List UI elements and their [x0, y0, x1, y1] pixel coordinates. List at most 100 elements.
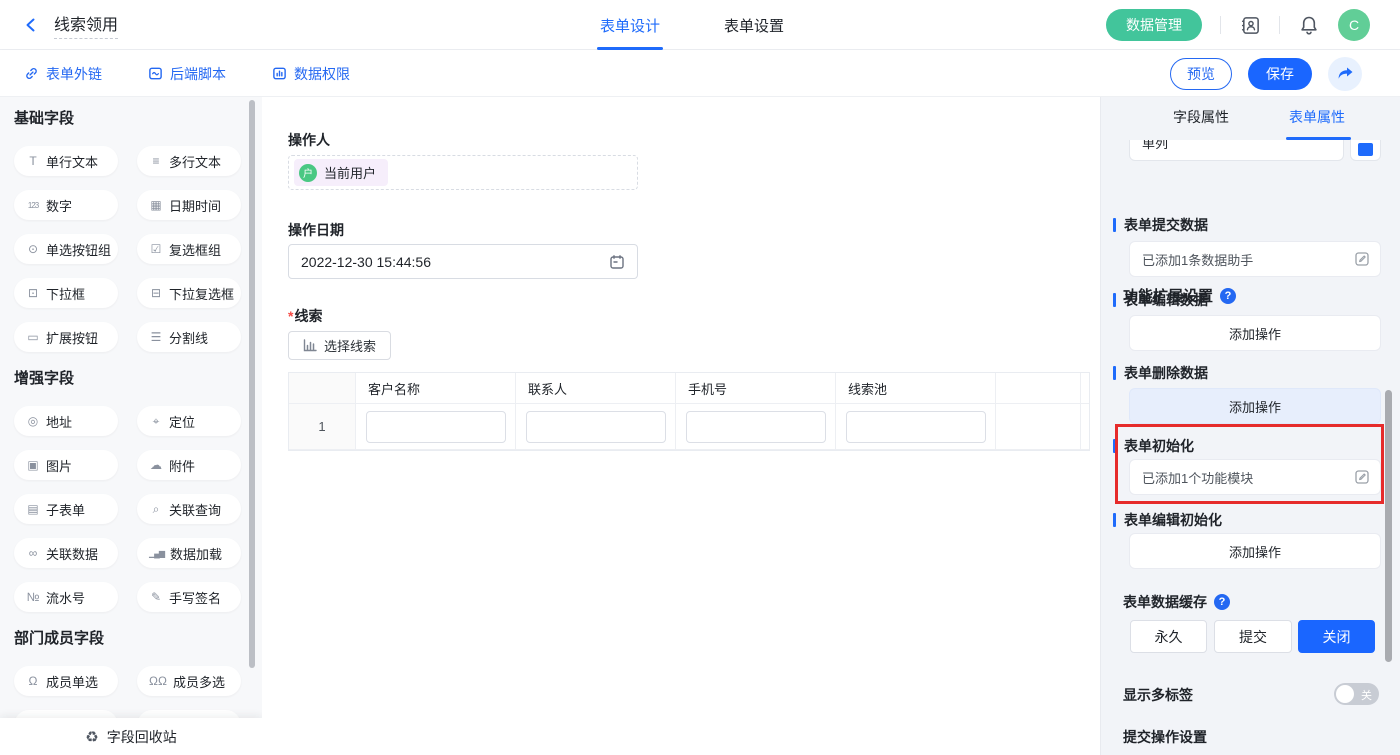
- field-item-checkbox-group[interactable]: ☑复选框组: [137, 234, 241, 264]
- add-action-label: 添加操作: [1229, 324, 1281, 343]
- customer-name-input[interactable]: [366, 411, 506, 443]
- data-permission-action[interactable]: 数据权限: [272, 64, 350, 84]
- help-icon[interactable]: ?: [1220, 288, 1236, 304]
- notification-bell-icon[interactable]: [1298, 14, 1320, 36]
- field-item-serial-number[interactable]: №流水号: [14, 582, 118, 612]
- field-item-label: 分割线: [169, 328, 208, 347]
- field-item-subform[interactable]: ▤子表单: [14, 494, 118, 524]
- subform-icon: ▤: [26, 502, 40, 516]
- tab-field-properties[interactable]: 字段属性: [1173, 97, 1229, 137]
- edit-data-add-action-button[interactable]: 添加操作: [1129, 315, 1381, 351]
- clue-field-label: *线索: [288, 306, 322, 326]
- field-recycle-bin[interactable]: ♻ 字段回收站: [0, 718, 262, 755]
- cache-option-forever[interactable]: 永久: [1130, 620, 1207, 653]
- current-user-tag[interactable]: 户 当前用户: [294, 159, 388, 186]
- backend-script-action[interactable]: 后端脚本: [148, 64, 226, 84]
- field-item-member-multi[interactable]: ΩΩ成员多选: [137, 666, 241, 696]
- field-item-handwritten-signature[interactable]: ✎手写签名: [137, 582, 241, 612]
- share-button[interactable]: [1328, 57, 1362, 91]
- field-item-address[interactable]: ◎地址: [14, 406, 118, 436]
- table-header-clipped: [1081, 373, 1090, 404]
- back-button[interactable]: [22, 16, 40, 34]
- contacts-book-icon[interactable]: [1239, 14, 1261, 36]
- field-item-single-line-text[interactable]: T单行文本: [14, 146, 118, 176]
- cache-option-submit[interactable]: 提交: [1214, 620, 1292, 653]
- field-item-image[interactable]: ▣图片: [14, 450, 118, 480]
- field-item-relation-query[interactable]: ⌕关联查询: [137, 494, 241, 524]
- heading-bar: [1113, 513, 1116, 527]
- date-value: 2022-12-30 15:44:56: [301, 254, 431, 270]
- heading-bar: [1113, 218, 1116, 232]
- select-clue-button[interactable]: 选择线索: [288, 331, 391, 360]
- edit-icon[interactable]: [1354, 469, 1370, 485]
- form-init-title: 表单初始化: [1124, 436, 1194, 456]
- save-button[interactable]: 保存: [1248, 58, 1312, 90]
- edit-init-add-action-button[interactable]: 添加操作: [1129, 533, 1381, 569]
- calendar-icon[interactable]: [609, 254, 625, 270]
- multi-tab-toggle[interactable]: 关: [1334, 683, 1379, 705]
- field-item-multi-select[interactable]: ⊟下拉复选框: [137, 278, 241, 308]
- link-data-icon: ∞: [26, 546, 40, 560]
- edit-init-title: 表单编辑初始化: [1124, 510, 1222, 530]
- field-item-datetime[interactable]: ▦日期时间: [137, 190, 241, 220]
- field-item-number[interactable]: 123数字: [14, 190, 118, 220]
- field-item-member-single[interactable]: Ω成员单选: [14, 666, 118, 696]
- external-link-label: 表单外链: [46, 64, 102, 84]
- app-frame: 线索领用 表单设计 表单设置 数据管理 C: [0, 0, 1400, 755]
- user-avatar[interactable]: C: [1338, 9, 1370, 41]
- preview-button[interactable]: 预览: [1170, 58, 1232, 90]
- section-enhanced-fields: 增强字段 ◎地址 ⌖定位 ▣图片 ☁附件 ▤子表单 ⌕关联查询 ∞关联数据 ▁▄…: [14, 367, 248, 612]
- submit-data-value-box[interactable]: 已添加1条数据助手: [1129, 241, 1381, 277]
- layout-select[interactable]: 单列: [1129, 140, 1344, 161]
- field-item-divider-line[interactable]: ☰分割线: [137, 322, 241, 352]
- page-title[interactable]: 线索领用: [54, 11, 118, 39]
- select-icon: ⊡: [26, 286, 40, 300]
- chart-icon: [303, 339, 317, 352]
- user-badge-icon: 户: [299, 164, 317, 182]
- date-field[interactable]: 2022-12-30 15:44:56: [288, 244, 638, 279]
- field-item-attachment[interactable]: ☁附件: [137, 450, 241, 480]
- delete-data-add-action-button[interactable]: 添加操作: [1129, 388, 1381, 424]
- contact-input[interactable]: [526, 411, 666, 443]
- table-row-index: 1: [289, 404, 356, 450]
- cache-option-close[interactable]: 关闭: [1298, 620, 1375, 653]
- edit-icon[interactable]: [1354, 251, 1370, 267]
- tab-form-design[interactable]: 表单设计: [600, 0, 660, 50]
- form-init-value-box[interactable]: 已添加1个功能模块: [1129, 459, 1381, 495]
- tab-form-properties[interactable]: 表单属性: [1289, 97, 1345, 137]
- field-item-label: 附件: [169, 456, 195, 475]
- app-header: 线索领用 表单设计 表单设置 数据管理 C: [0, 0, 1400, 50]
- recycle-icon: ♻: [85, 728, 98, 746]
- radio-icon: ⊙: [26, 242, 40, 256]
- field-item-location[interactable]: ⌖定位: [137, 406, 241, 436]
- sidebar-scrollbar[interactable]: [249, 100, 255, 668]
- clue-pool-input[interactable]: [846, 411, 986, 443]
- operator-field[interactable]: 户 当前用户: [288, 155, 638, 190]
- external-link-action[interactable]: 表单外链: [24, 64, 102, 84]
- phone-input[interactable]: [686, 411, 826, 443]
- table-header-index: [289, 373, 356, 404]
- field-item-label: 成员单选: [46, 672, 98, 691]
- data-manage-button[interactable]: 数据管理: [1106, 9, 1202, 41]
- table-header-customer-name: 客户名称: [356, 373, 516, 404]
- field-item-select[interactable]: ⊡下拉框: [14, 278, 118, 308]
- panel-scrollbar[interactable]: [1385, 390, 1392, 662]
- table-cell-phone: [676, 404, 836, 450]
- layout-option-button[interactable]: [1350, 140, 1381, 161]
- edit-init-heading: 表单编辑初始化: [1113, 510, 1222, 530]
- current-user-tag-label: 当前用户: [324, 163, 376, 182]
- field-item-relation-data[interactable]: ∞关联数据: [14, 538, 118, 568]
- clue-table: 客户名称 联系人 手机号 线索池 1: [288, 372, 1090, 451]
- field-item-radio-group[interactable]: ⊙单选按钮组: [14, 234, 118, 264]
- field-item-extend-button[interactable]: ▭扩展按钮: [14, 322, 118, 352]
- form-toolbar: 表单外链 后端脚本 数据权限 预览 保存: [0, 50, 1400, 97]
- edit-data-heading: 表单编辑数据: [1113, 290, 1208, 310]
- field-item-data-load[interactable]: ▁▄▆数据加载: [137, 538, 241, 568]
- field-item-label: 日期时间: [169, 196, 221, 215]
- form-canvas: 操作人 户 当前用户 操作日期 2022-12-30 15:44:56 *线索 …: [262, 97, 1100, 755]
- field-item-multi-line-text[interactable]: ≡多行文本: [137, 146, 241, 176]
- help-icon[interactable]: ?: [1214, 594, 1230, 610]
- delete-data-heading: 表单删除数据: [1113, 363, 1208, 383]
- tab-form-settings[interactable]: 表单设置: [724, 0, 784, 50]
- table-cell-customer-name: [356, 404, 516, 450]
